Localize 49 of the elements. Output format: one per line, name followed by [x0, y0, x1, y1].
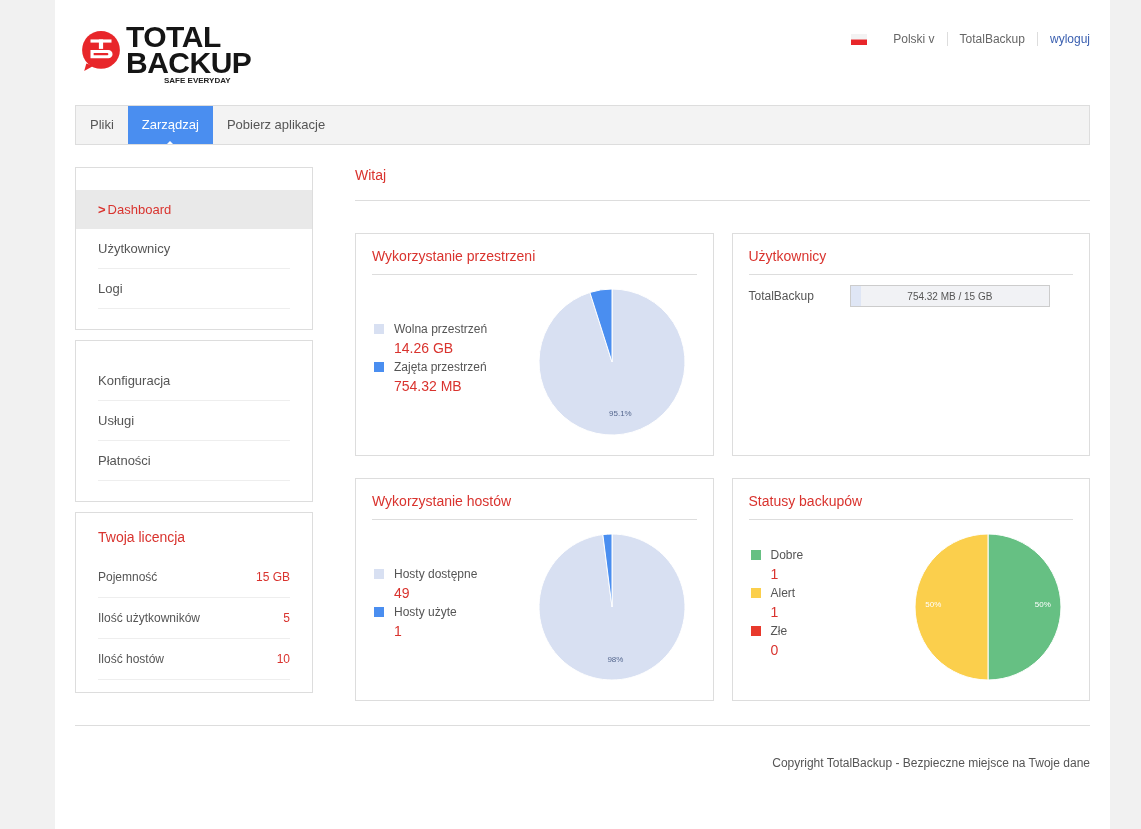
- card-title: Użytkownicy: [748, 248, 1073, 275]
- nav-tab[interactable]: Pliki: [76, 106, 128, 144]
- logout-link[interactable]: wyloguj: [1049, 32, 1090, 46]
- copyright-text: Copyright TotalBackup - Bezpieczne miejsce na Twoje dane: [772, 756, 1090, 770]
- legend-label: Złe: [770, 623, 788, 638]
- nav-tab[interactable]: Pobierz aplikacje: [212, 106, 340, 144]
- logo-title: BACKUP: [126, 50, 252, 76]
- flag-icon[interactable]: [851, 33, 868, 45]
- slice-label: 50%: [925, 600, 942, 609]
- logo-icon: [80, 30, 122, 72]
- slice-label: 95.1%: [608, 409, 632, 419]
- sidebar-item[interactable]: Płatności: [98, 441, 290, 481]
- license-label: Pojemność: [98, 569, 158, 586]
- legend-label: Wolna przestrzeń: [394, 321, 488, 336]
- legend-label: Zajęta przestrzeń: [394, 359, 487, 374]
- license-label: Ilość użytkowników: [98, 610, 201, 627]
- legend-value: 49: [394, 584, 411, 601]
- sidebar-item[interactable]: Logi: [98, 269, 290, 309]
- legend-label: Alert: [770, 585, 796, 600]
- user-link[interactable]: TotalBackup: [959, 32, 1025, 46]
- legend-value: 1: [770, 565, 780, 582]
- legend-label: Hosty dostępne: [394, 566, 478, 581]
- license-label: Ilość hostów: [98, 651, 165, 668]
- sidebar-item[interactable]: Użytkownicy: [98, 229, 290, 269]
- legend-label: Hosty użyte: [394, 604, 457, 619]
- sidebar-item[interactable]: Konfiguracja: [98, 361, 290, 401]
- license-value: 5: [283, 610, 290, 627]
- legend-label: Dobre: [770, 547, 804, 562]
- license-title: Twoja licencja: [98, 529, 187, 545]
- legend-value: 14.26 GB: [394, 339, 455, 356]
- usage-text: 754.32 MB / 15 GB: [907, 290, 993, 302]
- card-title: Wykorzystanie hostów: [372, 493, 697, 520]
- license-value: 10: [276, 651, 290, 668]
- card-title: Statusy backupów: [748, 493, 1073, 520]
- card-title: Wykorzystanie przestrzeni: [372, 248, 697, 275]
- logo-title: TOTAL: [126, 24, 222, 50]
- legend-value: 0: [770, 641, 780, 658]
- license-value: 15 GB: [255, 569, 290, 586]
- legend-value: 1: [394, 622, 403, 639]
- sidebar-item[interactable]: >Dashboard: [76, 190, 312, 229]
- language-dropdown[interactable]: Polski v: [893, 32, 935, 46]
- slice-label: 50%: [1034, 600, 1051, 609]
- legend-value: 754.32 MB: [394, 377, 463, 394]
- user-name: TotalBackup: [748, 289, 814, 303]
- slice-label: 98%: [606, 654, 623, 664]
- legend-value: 1: [770, 603, 780, 620]
- page-title: Witaj: [355, 167, 1090, 201]
- logo-tagline: SAFE EVERYDAY: [164, 76, 232, 85]
- sidebar-item[interactable]: Usługi: [98, 401, 290, 441]
